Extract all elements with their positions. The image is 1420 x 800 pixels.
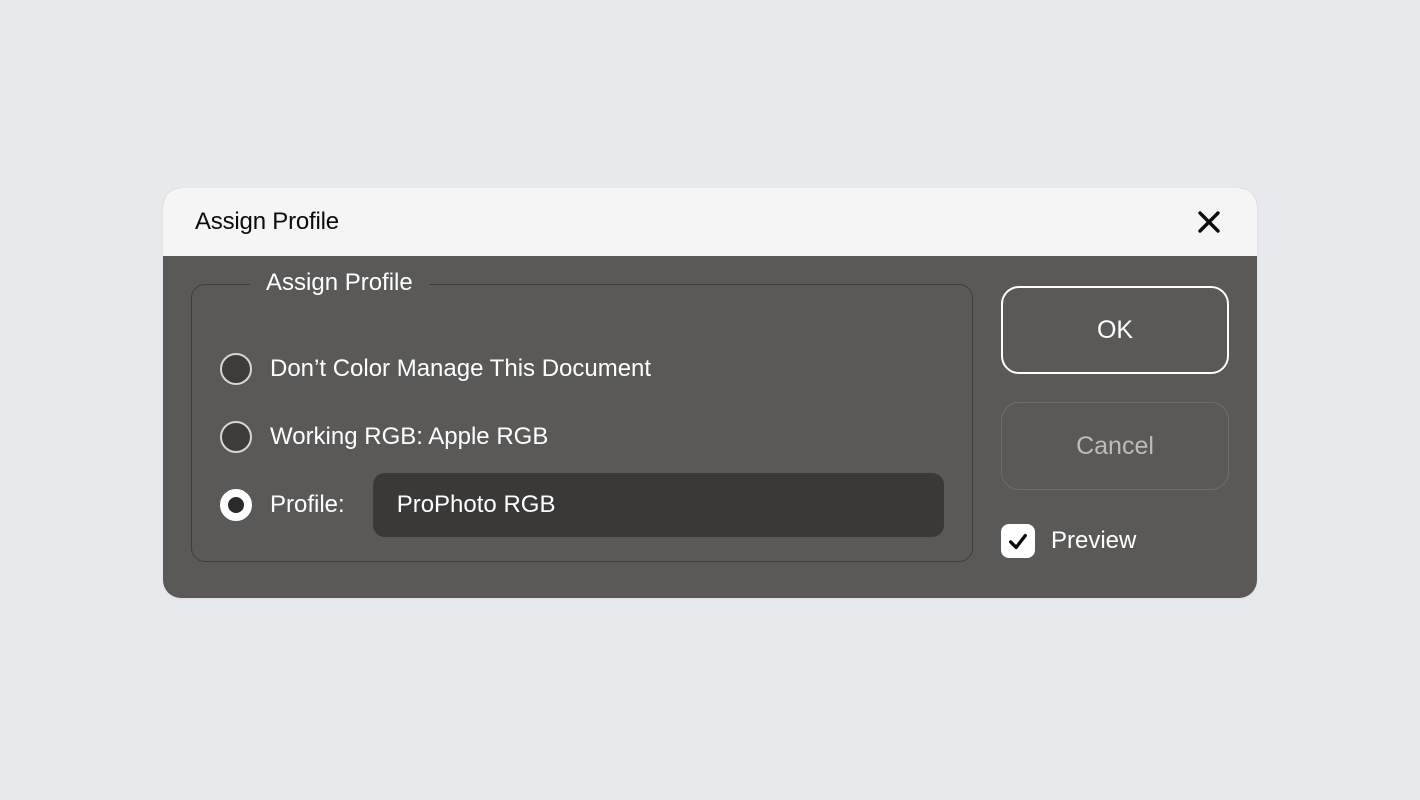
close-icon — [1197, 210, 1221, 234]
radio-row-dont-manage[interactable]: Don’t Color Manage This Document — [220, 343, 944, 395]
preview-checkbox-row[interactable]: Preview — [1001, 524, 1229, 558]
cancel-button[interactable]: Cancel — [1001, 402, 1229, 490]
assign-profile-dialog: Assign Profile Assign Profile Don’t Colo… — [163, 188, 1257, 598]
ok-button-label: OK — [1097, 316, 1133, 345]
fieldset-legend: Assign Profile — [250, 269, 429, 297]
check-icon — [1007, 530, 1029, 552]
radio-label: Profile: — [270, 491, 345, 519]
radio-label: Don’t Color Manage This Document — [270, 355, 651, 383]
radio-row-working-rgb[interactable]: Working RGB: Apple RGB — [220, 411, 944, 463]
dialog-titlebar: Assign Profile — [163, 188, 1257, 256]
profile-select-value: ProPhoto RGB — [397, 491, 556, 519]
radio-row-profile[interactable]: Profile: ProPhoto RGB — [220, 479, 944, 531]
preview-label: Preview — [1051, 527, 1136, 555]
profile-select[interactable]: ProPhoto RGB — [373, 473, 944, 537]
radio-icon-selected — [220, 489, 252, 521]
close-button[interactable] — [1193, 206, 1225, 238]
assign-profile-fieldset: Assign Profile Don’t Color Manage This D… — [191, 284, 973, 562]
ok-button[interactable]: OK — [1001, 286, 1229, 374]
radio-icon — [220, 421, 252, 453]
radio-icon — [220, 353, 252, 385]
radio-label: Working RGB: Apple RGB — [270, 423, 548, 451]
dialog-side-panel: OK Cancel Preview — [1001, 284, 1229, 562]
dialog-body: Assign Profile Don’t Color Manage This D… — [163, 256, 1257, 598]
dialog-title: Assign Profile — [195, 208, 339, 236]
preview-checkbox[interactable] — [1001, 524, 1035, 558]
cancel-button-label: Cancel — [1076, 432, 1154, 461]
